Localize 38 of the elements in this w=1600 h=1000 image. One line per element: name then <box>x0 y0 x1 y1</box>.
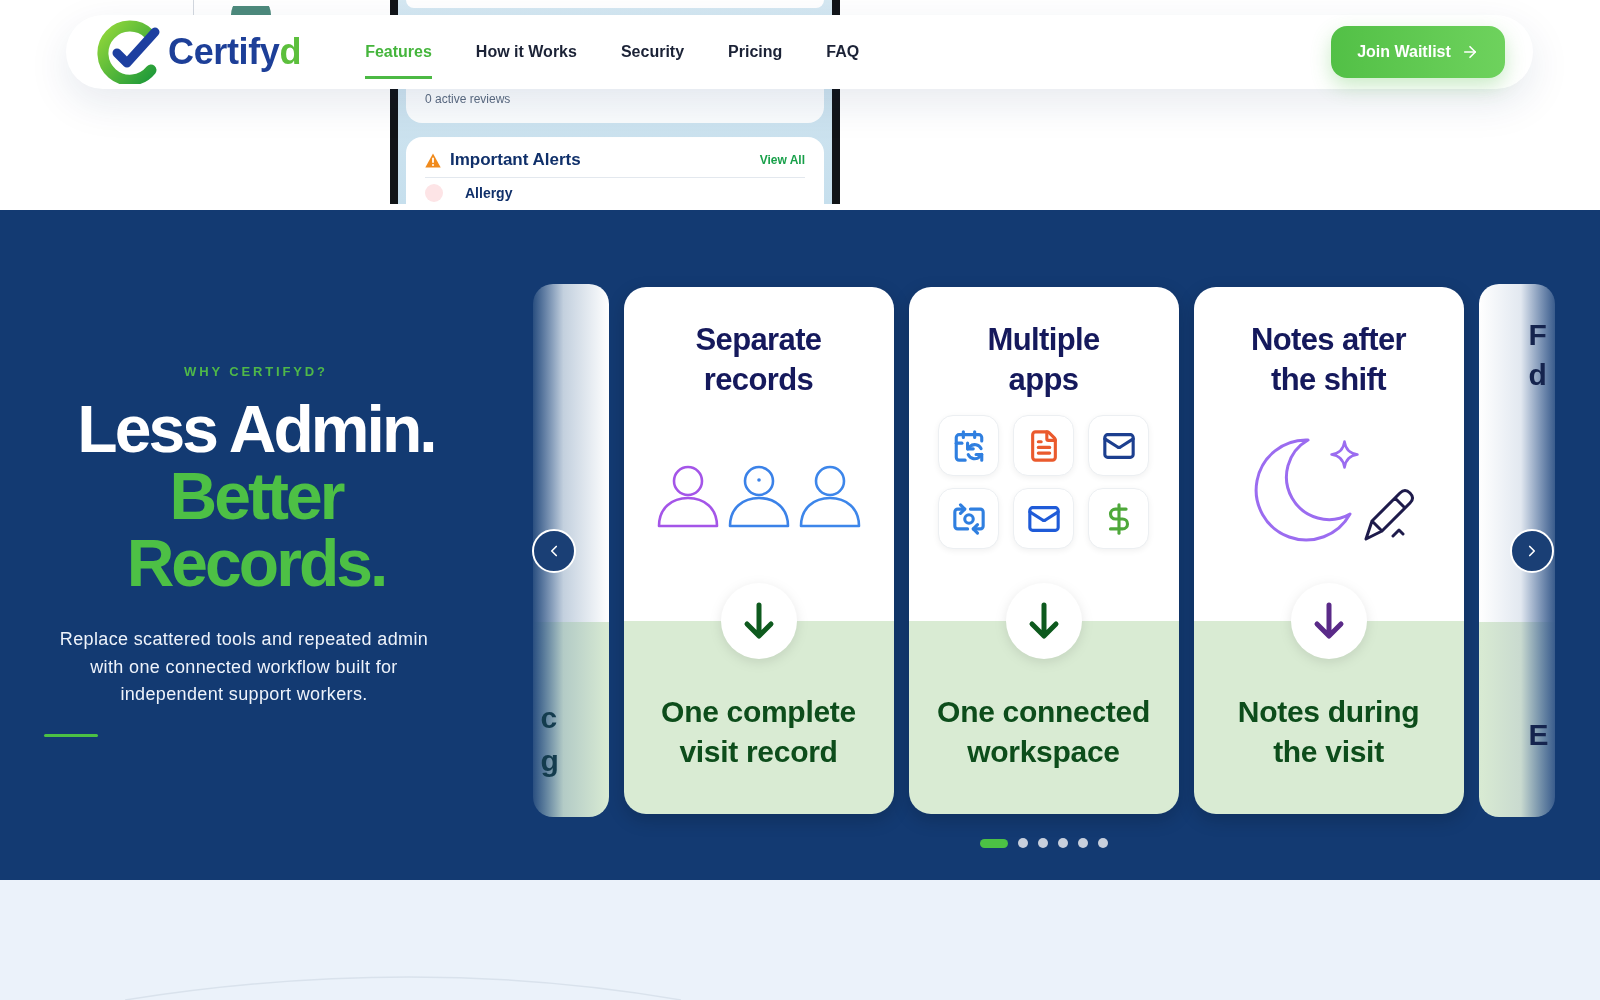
card-title: Multiple apps <box>986 321 1101 399</box>
person-icon <box>726 464 791 528</box>
calendar-icon <box>938 415 999 476</box>
alert-item-text: Allergy <box>465 185 513 201</box>
logo-text: Certifyd <box>168 30 302 74</box>
warning-icon <box>425 152 441 168</box>
card-caption: One connected workspace <box>936 694 1151 770</box>
document-icon <box>1013 415 1074 476</box>
envelope-icon <box>1088 415 1149 476</box>
text-fragment: g <box>540 743 559 779</box>
nav-link[interactable]: Security <box>620 25 685 79</box>
envelope-icon <box>1013 488 1074 549</box>
reviews-count-text: 0 active reviews <box>425 91 511 107</box>
hero-heading: Less Admin. Better Records. <box>76 396 436 597</box>
person-icon <box>655 464 720 528</box>
sparkle-icon <box>1329 440 1359 469</box>
person-icon <box>797 464 862 528</box>
logo-icon <box>97 20 161 84</box>
text-fragment: F <box>1528 317 1547 353</box>
text-fragment: c <box>540 700 558 736</box>
card-title: Notes after the shift <box>1249 321 1408 399</box>
nav-link[interactable]: FAQ <box>826 25 860 79</box>
dollar-icon <box>1088 488 1149 549</box>
moon-icon <box>1254 438 1351 542</box>
alerts-title: Important Alerts <box>450 149 581 171</box>
dot-icon <box>425 184 443 202</box>
card-title: Separate records <box>694 321 823 399</box>
card-caption: Notes during the visit <box>1236 694 1421 770</box>
text-fragment: E <box>1528 717 1549 753</box>
card-caption: One complete visit record <box>660 694 857 770</box>
pencil-icon <box>1364 489 1414 541</box>
hero-description: Replace scattered tools and repeated admin with one connected workflow built for independent support workers. <box>58 628 430 706</box>
eyebrow-text: WHY CERTIFYD? <box>184 364 328 380</box>
camera-icon <box>938 488 999 549</box>
text-fragment: d <box>1528 357 1547 393</box>
nav-link[interactable]: Pricing <box>728 25 783 79</box>
accent-rule <box>44 733 98 737</box>
nav-link[interactable]: How it Works <box>475 25 577 79</box>
